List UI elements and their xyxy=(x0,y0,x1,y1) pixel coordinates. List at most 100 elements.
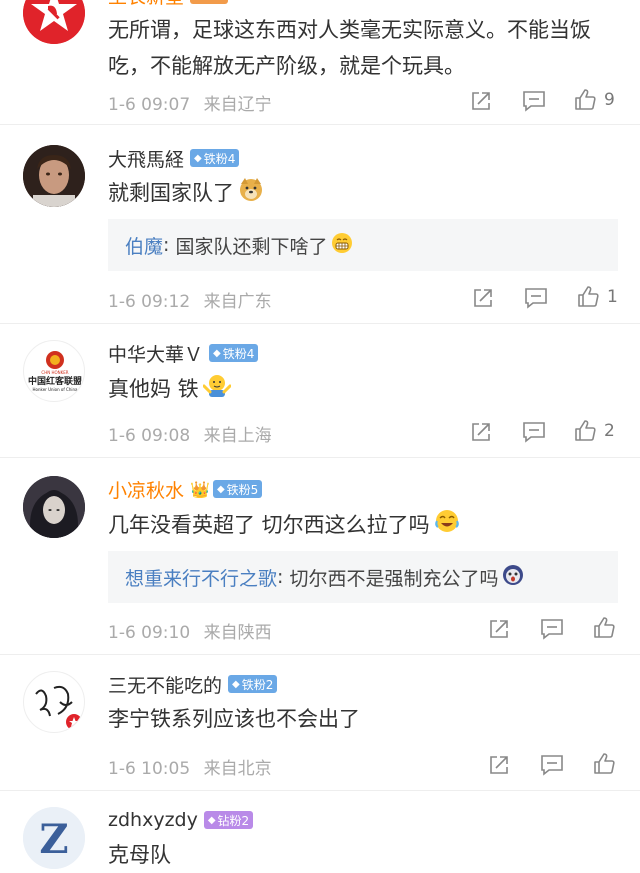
quote-username[interactable]: 想重来行不行之歌 xyxy=(125,564,277,591)
timestamp: 1-6 09:08 xyxy=(108,426,191,446)
avatar[interactable]: Z xyxy=(23,807,85,869)
share-icon xyxy=(472,92,490,110)
thumbs-up-icon xyxy=(575,89,596,110)
avatar[interactable] xyxy=(23,145,85,207)
username[interactable]: 中华大華Ｖ xyxy=(108,340,203,367)
comment-item: 三无不能吃的 ◆ 铁粉2 李宁铁系列应该也不会出了 1-6 10:05 来自北京 xyxy=(0,655,640,791)
avatar[interactable] xyxy=(23,476,85,538)
comment-icon xyxy=(523,422,545,443)
quote-username[interactable]: 伯魔 xyxy=(125,232,163,259)
comment-icon xyxy=(541,755,563,776)
crying-laughing-emoji-icon xyxy=(434,508,460,545)
share-button[interactable] xyxy=(470,90,492,112)
username[interactable]: 三无不能吃的 xyxy=(108,671,222,698)
comment-icon xyxy=(541,619,563,640)
thumbs-up-icon xyxy=(575,420,596,441)
comment-text: 真他妈 铁 xyxy=(108,371,618,409)
timestamp: 1-6 10:05 xyxy=(108,759,191,779)
badge-label: 铁粉4 xyxy=(203,151,236,166)
share-button[interactable] xyxy=(488,754,510,776)
comment-item: Z zdhxyzdy ◆ 钻粉2 克母队 xyxy=(0,791,640,869)
username[interactable]: zdhxyzdy xyxy=(108,809,198,831)
share-button[interactable] xyxy=(470,421,492,443)
share-button[interactable] xyxy=(472,287,494,309)
comment-text: 克母队 xyxy=(108,843,171,867)
fan-badge: ◆ 铁粉2 xyxy=(228,675,278,693)
comment-item: 小凉秋水 👑 ◆ 铁粉5 几年没看英超了 切尔西这么拉了吗 想重来行不行之歌: 切… xyxy=(0,458,640,655)
comment-text: 就剩国家队了 xyxy=(108,175,618,213)
location: 来自广东 xyxy=(203,292,272,312)
username-row: zdhxyzdy ◆ 钻粉2 xyxy=(108,807,254,833)
like-button[interactable]: 1 xyxy=(576,285,618,309)
timestamp: 1-6 09:12 xyxy=(108,292,191,312)
location: 来自北京 xyxy=(203,759,272,779)
comment-meta: 1-6 09:12 来自广东 xyxy=(108,287,272,312)
quote-colon: : xyxy=(163,234,176,256)
comment-text-content: 就剩国家队了 xyxy=(108,181,234,205)
like-count: 2 xyxy=(604,421,615,441)
like-button[interactable] xyxy=(592,752,616,776)
like-button[interactable] xyxy=(592,616,616,640)
share-button[interactable] xyxy=(488,618,510,640)
diamond-icon: ◆ xyxy=(213,347,221,359)
username[interactable]: 小凉秋水 xyxy=(108,476,184,503)
badge-label: 铁粉4 xyxy=(222,346,255,361)
share-icon xyxy=(474,289,492,307)
badge-label: 铁粉5 xyxy=(226,482,259,497)
username[interactable]: 大飛馬経 xyxy=(108,145,184,172)
comment-item: 大飛馬経 ◆ 铁粉4 就剩国家队了 伯魔: 国家队还剩下啥了 1-6 09:12 … xyxy=(0,125,640,324)
fan-badge: ◆ 铁粉5 xyxy=(212,480,263,498)
badge-label: 铁粉2 xyxy=(241,677,274,692)
like-button[interactable]: 2 xyxy=(573,419,615,443)
comment-text: 无所谓，足球这东西对人类毫无实际意义。不能当饭吃，不能解放无产阶级，就是个玩具。 xyxy=(108,18,591,78)
svg-text:Z: Z xyxy=(39,816,68,863)
comment-meta: 1-6 09:07 来自辽宁 xyxy=(108,90,272,115)
thumbs-up-icon xyxy=(578,286,599,307)
comment-item: 王长新星 ✦✦✦ 无所谓，足球这东西对人类毫无实际意义。不能当饭吃，不能解放无产… xyxy=(0,0,640,125)
fan-badge: ◆ 钻粉2 xyxy=(203,811,254,829)
username[interactable]: 王长新星 xyxy=(108,0,184,9)
like-count: 9 xyxy=(604,90,615,110)
comment-button[interactable] xyxy=(522,421,546,443)
diamond-icon: ◆ xyxy=(207,814,216,826)
comment-icon xyxy=(525,288,547,309)
comment-meta: 1-6 09:08 来自上海 xyxy=(108,421,272,446)
avatar[interactable]: CHN HONKER 中国红客联盟 Honker Union of China xyxy=(23,340,85,402)
like-button[interactable]: 9 xyxy=(573,88,615,112)
username-row: 中华大華Ｖ ◆ 铁粉4 xyxy=(108,340,259,367)
quote-colon: : xyxy=(277,566,290,588)
comment-item: CHN HONKER 中国红客联盟 Honker Union of China … xyxy=(0,324,640,458)
comment-meta: 1-6 09:10 来自陕西 xyxy=(108,618,272,643)
thumbs-up-icon xyxy=(594,753,615,774)
reply-quote[interactable]: 伯魔: 国家队还剩下啥了 xyxy=(108,219,618,271)
thumbs-up-icon xyxy=(594,617,615,638)
shrug-emoji-icon xyxy=(202,372,232,409)
share-icon xyxy=(472,423,490,441)
diamond-icon: ◆ xyxy=(216,483,225,495)
avatar[interactable] xyxy=(23,671,85,733)
fan-badge: ✦✦✦ xyxy=(190,0,229,4)
location: 来自陕西 xyxy=(203,623,272,643)
location: 来自辽宁 xyxy=(203,95,272,115)
avatar-caption-top: CHN HONKER xyxy=(41,370,68,375)
comment-button[interactable] xyxy=(524,287,548,309)
badge-label: 钻粉2 xyxy=(217,813,250,828)
fan-badge: ◆ 铁粉4 xyxy=(209,344,259,362)
diamond-icon: ◆ xyxy=(194,152,202,164)
reply-quote[interactable]: 想重来行不行之歌: 切尔西不是强制充公了吗 xyxy=(108,551,618,603)
comment-button[interactable] xyxy=(540,754,564,776)
like-count: 1 xyxy=(607,287,618,307)
comment-button[interactable] xyxy=(522,90,546,112)
diamond-icon: ◆ xyxy=(232,678,240,690)
share-icon xyxy=(490,620,508,638)
avatar[interactable] xyxy=(23,0,85,44)
comment-text-content: 几年没看英超了 切尔西这么拉了吗 xyxy=(108,513,430,537)
fan-badge: ◆ 铁粉4 xyxy=(190,149,240,167)
timestamp: 1-6 09:10 xyxy=(108,623,191,643)
quote-text: 国家队还剩下啥了 xyxy=(175,235,328,258)
shocked-emoji-icon xyxy=(502,564,524,591)
timestamp: 1-6 09:07 xyxy=(108,95,191,115)
comment-button[interactable] xyxy=(540,618,564,640)
quote-text: 切尔西不是强制充公了吗 xyxy=(289,567,499,590)
username-row: 小凉秋水 👑 ◆ 铁粉5 xyxy=(108,476,263,503)
